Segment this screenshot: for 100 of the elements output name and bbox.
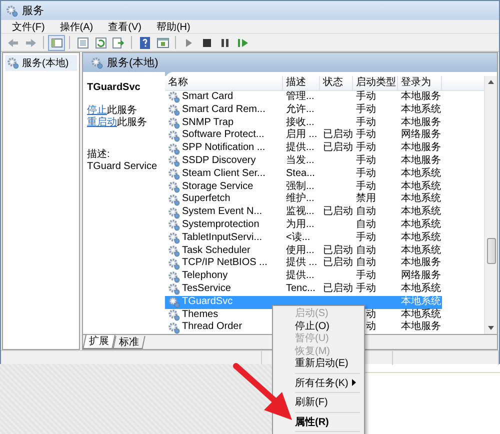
logon-cell-text: 本地系统 — [400, 193, 442, 206]
logon-cell-text: 本地系统 — [400, 308, 442, 320]
startup-cell-text: 动 — [365, 321, 376, 334]
gear-icon — [168, 142, 180, 155]
description-cell-text: 当发... — [285, 154, 316, 168]
description-cell-text: 接收... — [285, 116, 316, 128]
export-icon[interactable] — [110, 34, 127, 50]
gear-icon — [168, 219, 180, 232]
menu-item[interactable]: 所有任务(K) — [295, 376, 362, 389]
service-name: SNMP Trap — [165, 116, 283, 130]
scroll-down-icon[interactable] — [488, 326, 494, 330]
scrollbar[interactable] — [484, 76, 497, 334]
column-header[interactable]: 描述 — [283, 76, 320, 90]
scroll-up-icon[interactable] — [488, 80, 494, 84]
description-cell-text: 维护... — [285, 193, 316, 206]
service-name: Storage Service — [165, 180, 283, 194]
action-link[interactable]: 重启动 — [87, 117, 117, 128]
column-header[interactable]: 启动类型 — [353, 76, 398, 90]
logon-cell-text: 本地服务 — [400, 142, 442, 154]
gear-icon — [168, 258, 180, 270]
gear-icon — [7, 57, 19, 69]
service-name: SSDP Discovery — [165, 154, 283, 168]
action-link[interactable]: 停止 — [87, 105, 107, 116]
menu-item[interactable]: 刷新(F) — [295, 396, 362, 408]
logon-cell-text: 本地系统 — [400, 218, 442, 232]
service-name: Telephony — [165, 270, 283, 283]
menu-item[interactable]: 查看(V) — [101, 20, 150, 33]
logon-cell-text: 本地服务 — [400, 116, 442, 129]
startup-cell-text: 动 — [365, 308, 376, 321]
startup-cell-text: 手动 — [356, 142, 376, 154]
description-cell-text: 允许... — [285, 104, 316, 116]
gear-icon — [168, 244, 180, 257]
service-name: TabletInputServi... — [165, 232, 283, 245]
status-cell-text: 已启动 — [322, 206, 353, 219]
description-text: TGuard Service — [87, 161, 158, 173]
service-name: Software Protect... — [165, 129, 283, 142]
description-cell-text: 使用... — [285, 244, 316, 257]
description-cell-text: 为用... — [285, 218, 316, 232]
startup-cell: 自动 — [356, 206, 376, 219]
startup-cell: 手动 — [356, 232, 376, 245]
submenu-arrow-icon — [352, 379, 356, 386]
pane-title: 服务(本地) — [107, 56, 158, 70]
startup-cell-text: 手动 — [356, 116, 376, 128]
menu-item[interactable]: 重新启动(E) — [295, 357, 362, 370]
column-header[interactable]: 状态 — [320, 76, 353, 90]
menu-item[interactable]: 文件(F) — [5, 20, 53, 33]
startup-cell-text: 手动 — [356, 180, 376, 192]
scroll-thumb[interactable] — [486, 238, 496, 264]
service-name: Steam Client Ser... — [165, 168, 283, 181]
logon-cell-text: 本地系统 — [400, 206, 442, 218]
gear-icon — [168, 296, 180, 308]
logon-cell-text: 本地服务 — [400, 321, 442, 334]
description-cell-text: 提供 ... — [285, 257, 318, 270]
startup-cell-text: 手动 — [356, 104, 376, 116]
view-tab[interactable]: 扩展 — [82, 335, 116, 349]
gear-icon — [168, 130, 180, 142]
column-header[interactable]: 名称 — [165, 76, 283, 90]
startup-cell: 手动 — [356, 282, 376, 296]
service-name: Superfetch — [165, 193, 283, 206]
startup-cell-text: 手动 — [356, 129, 376, 142]
description-cell-text: 启用 ... — [285, 129, 318, 142]
gear-icon — [168, 155, 180, 168]
tree-item[interactable]: 服务(本地) — [5, 55, 77, 71]
service-name: SPP Notification ... — [165, 142, 283, 155]
logon-cell-text: 本地系统 — [400, 282, 442, 296]
menu-item[interactable]: 帮助(H) — [149, 20, 198, 33]
gear-icon — [168, 308, 180, 321]
status-cell-text: 已启动 — [322, 257, 353, 270]
description-cell-text: 提供... — [285, 270, 316, 283]
service-name: Smart Card — [165, 91, 283, 104]
gear-icon — [168, 270, 180, 283]
status-cell-text: 已启动 — [322, 142, 353, 155]
description-cell-text: 管理... — [285, 91, 316, 104]
service-name: TGuardSvc — [165, 296, 283, 309]
logon-cell-text: 网络服务 — [400, 270, 442, 282]
window-title: 服务 — [22, 4, 44, 18]
menu-item[interactable]: 停止(O) — [295, 320, 362, 332]
status-cell-text: 已启动 — [322, 244, 353, 256]
action-text: 重启动此服务 — [87, 117, 148, 129]
gear-icon — [168, 104, 180, 116]
startup-cell-text: 手动 — [356, 91, 376, 104]
description-cell-text: Tenc... — [285, 282, 316, 296]
panel-icon[interactable] — [48, 34, 65, 50]
logon-cell-text: 本地服务 — [400, 91, 442, 104]
status-cell-text: 已启动 — [322, 129, 353, 142]
description-label: 描述: — [87, 149, 111, 161]
service-name: Task Scheduler — [165, 244, 283, 258]
logon-cell-text: 本地系统 — [400, 104, 442, 116]
view-tab[interactable]: 标准 — [112, 336, 146, 349]
description-cell-text: <读... — [285, 232, 312, 245]
menu-item[interactable]: 操作(A) — [52, 20, 102, 33]
logon-cell-text: 本地系统 — [400, 232, 442, 244]
status-cell-text: 已启动 — [322, 282, 353, 296]
gear-icon — [168, 180, 180, 193]
column-header[interactable]: 登录为 — [398, 76, 442, 90]
service-name: Smart Card Rem... — [165, 104, 283, 117]
logon-cell-text: 网络服务 — [400, 129, 442, 142]
menu-item[interactable]: 属性(R) — [295, 416, 362, 428]
gear-icon — [168, 232, 180, 244]
gear-icon — [168, 116, 180, 129]
